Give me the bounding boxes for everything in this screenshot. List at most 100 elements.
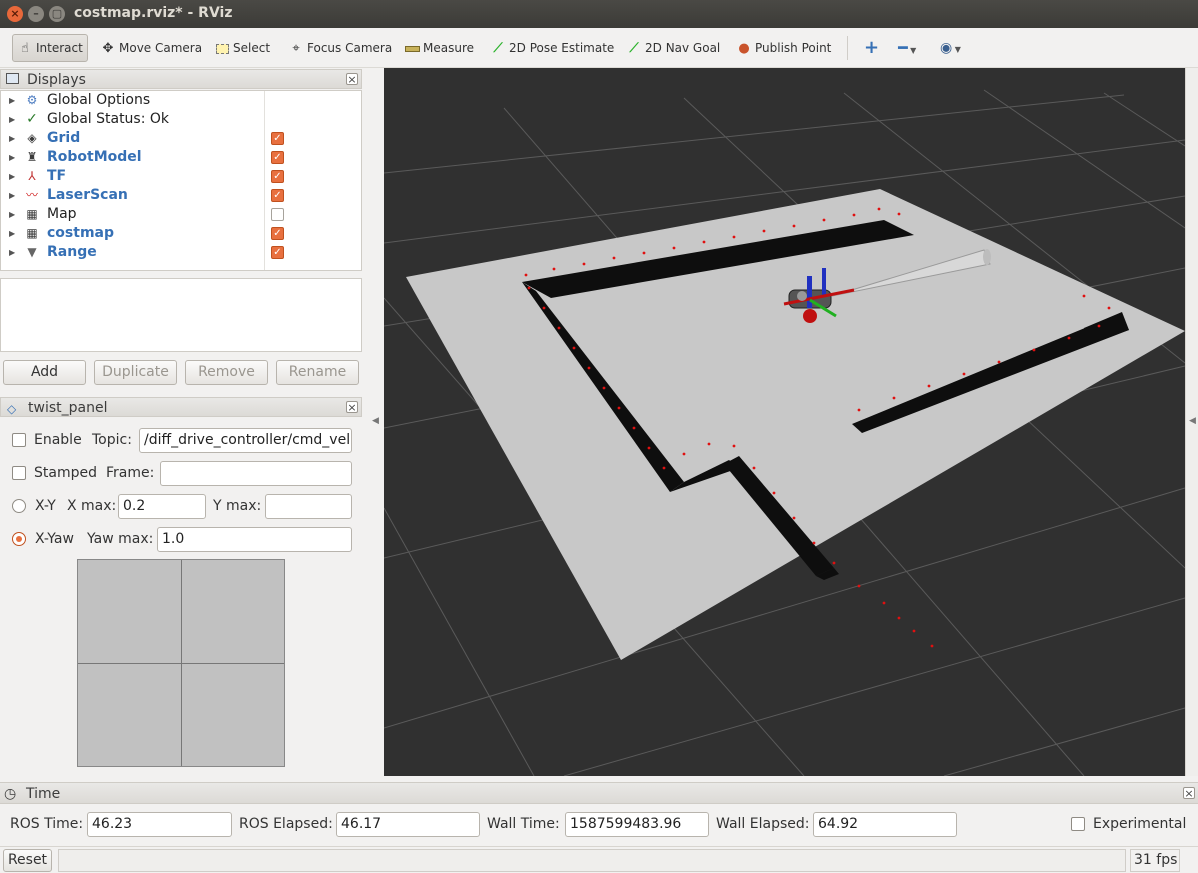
display-enabled-checkbox[interactable]: ✓ — [271, 227, 284, 240]
display-item-map[interactable]: ▶ ▦ Map — [1, 205, 361, 224]
joystick-pad[interactable] — [77, 559, 285, 767]
tool-focus-camera[interactable]: ⌖ Focus Camera — [284, 34, 396, 62]
eye-icon: ◉ — [940, 40, 953, 56]
expand-arrow-icon[interactable]: ▶ — [9, 186, 15, 205]
enable-checkbox[interactable] — [12, 433, 26, 447]
left-splitter-handle[interactable]: ◀ — [366, 68, 384, 776]
add-display-button[interactable]: Add — [3, 360, 86, 385]
wall-elapsed-field: 64.92 — [813, 812, 957, 837]
window-maximize-button[interactable]: ▢ — [49, 6, 65, 22]
panels-visibility-button[interactable]: ◉ ▼ — [936, 34, 965, 62]
display-description-box — [0, 278, 362, 352]
display-item-global-status[interactable]: ▶ ✓ Global Status: Ok — [1, 110, 361, 129]
frame-label: Frame: — [106, 465, 155, 481]
cone-icon: ▼ — [27, 245, 37, 259]
axes-icon: ⅄ — [28, 169, 36, 183]
tool-select[interactable]: Select — [210, 34, 274, 62]
remove-display-button[interactable]: Remove — [185, 360, 268, 385]
yawmax-input[interactable]: 1.0 — [157, 527, 352, 552]
xy-mode-label: X-Y — [35, 498, 56, 514]
tool-label: Interact — [36, 41, 83, 55]
expand-arrow-icon[interactable]: ▶ — [9, 91, 15, 110]
tool-publish-point[interactable]: ● Publish Point — [732, 34, 835, 62]
minus-icon: ━ — [898, 38, 908, 57]
expand-arrow-icon[interactable]: ▶ — [9, 243, 15, 262]
experimental-checkbox[interactable] — [1071, 817, 1085, 831]
remove-tool-button[interactable]: ━ ▼ — [894, 34, 920, 62]
display-item-range[interactable]: ▶ ▼ Range ✓ — [1, 243, 361, 262]
expand-arrow-icon[interactable]: ▶ — [9, 167, 15, 186]
display-item-tf[interactable]: ▶ ⅄ TF ✓ — [1, 167, 361, 186]
display-label: Range — [47, 244, 97, 260]
display-item-grid[interactable]: ▶ ◈ Grid ✓ — [1, 129, 361, 148]
close-icon[interactable]: × — [346, 401, 358, 413]
displays-title: Displays — [27, 72, 86, 88]
tool-move-camera[interactable]: ✥ Move Camera — [96, 34, 206, 62]
ymax-input[interactable] — [265, 494, 352, 519]
right-splitter-handle[interactable]: ◀ — [1185, 68, 1198, 776]
close-icon[interactable]: × — [346, 73, 358, 85]
tool-interact[interactable]: ☝ Interact — [12, 34, 88, 62]
laser-icon: 〰 — [25, 188, 38, 202]
display-enabled-checkbox[interactable]: ✓ — [271, 151, 284, 164]
xyaw-mode-label: X-Yaw — [35, 531, 74, 547]
expand-arrow-icon[interactable]: ▶ — [9, 224, 15, 243]
ros-elapsed-field: 46.17 — [336, 812, 480, 837]
time-panel-title: Time — [26, 786, 61, 802]
tool-2d-pose-estimate[interactable]: ⟋ 2D Pose Estimate — [486, 34, 618, 62]
tool-label: Measure — [423, 41, 474, 55]
fps-readout: 31 fps — [1130, 849, 1180, 872]
xy-mode-radio[interactable] — [12, 499, 26, 513]
topic-input[interactable]: /diff_drive_controller/cmd_vel — [139, 428, 352, 453]
tool-measure[interactable]: Measure — [400, 34, 478, 62]
title-bar: × – ▢ costmap.rviz* - RViz — [0, 0, 1198, 28]
xyaw-mode-radio[interactable] — [12, 532, 26, 546]
map-icon: ▦ — [26, 226, 38, 240]
duplicate-display-button[interactable]: Duplicate — [94, 360, 177, 385]
display-label: Map — [47, 206, 77, 222]
tool-2d-nav-goal[interactable]: ⟋ 2D Nav Goal — [622, 34, 724, 62]
tool-label: 2D Pose Estimate — [509, 41, 615, 55]
rename-display-button[interactable]: Rename — [276, 360, 359, 385]
display-enabled-checkbox[interactable]: ✓ — [271, 170, 284, 183]
reset-button[interactable]: Reset — [3, 849, 52, 872]
twist-panel-title: twist_panel — [28, 400, 108, 416]
display-enabled-checkbox[interactable]: ✓ — [271, 246, 284, 259]
robot-icon: ♜ — [26, 150, 38, 164]
window-close-button[interactable]: × — [7, 6, 23, 22]
xmax-input[interactable]: 0.2 — [118, 494, 206, 519]
wall-elapsed-label: Wall Elapsed: — [716, 816, 810, 832]
display-enabled-checkbox[interactable]: ✓ — [271, 189, 284, 202]
display-item-robotmodel[interactable]: ▶ ♜ RobotModel ✓ — [1, 148, 361, 167]
green-arrow-icon: ⟋ — [629, 41, 639, 56]
window-title: costmap.rviz* - RViz — [74, 5, 233, 21]
displays-panel-header: Displays × — [0, 69, 362, 89]
window-minimize-button[interactable]: – — [28, 6, 44, 22]
joystick-horizontal-axis — [78, 663, 284, 664]
status-bar: Reset 31 fps — [0, 846, 1198, 873]
render-viewport[interactable] — [384, 68, 1185, 776]
display-item-global-options[interactable]: ▶ ⚙ Global Options — [1, 91, 361, 110]
close-icon[interactable]: × — [1183, 787, 1195, 799]
wall-time-field: 1587599483.96 — [565, 812, 709, 837]
display-enabled-checkbox[interactable]: ✓ — [271, 132, 284, 145]
yawmax-label: Yaw max: — [87, 531, 154, 547]
crosshair-icon: ⌖ — [292, 41, 300, 56]
tool-label: Publish Point — [755, 41, 832, 55]
expand-arrow-icon[interactable]: ▶ — [9, 148, 15, 167]
display-label: Global Options — [47, 92, 151, 108]
expand-arrow-icon[interactable]: ▶ — [9, 129, 15, 148]
display-item-costmap[interactable]: ▶ ▦ costmap ✓ — [1, 224, 361, 243]
enable-label: Enable — [34, 432, 82, 448]
add-tool-button[interactable]: + — [860, 34, 883, 62]
frame-input[interactable] — [160, 461, 352, 486]
stamped-checkbox[interactable] — [12, 466, 26, 480]
expand-arrow-icon[interactable]: ▶ — [9, 110, 15, 129]
selection-box-icon — [214, 35, 230, 63]
ruler-icon — [404, 35, 420, 63]
display-label: RobotModel — [47, 149, 142, 165]
display-item-laserscan[interactable]: ▶ 〰 LaserScan ✓ — [1, 186, 361, 205]
green-arrow-icon: ⟋ — [493, 41, 503, 56]
display-enabled-checkbox[interactable] — [271, 208, 284, 221]
expand-arrow-icon[interactable]: ▶ — [9, 205, 15, 224]
